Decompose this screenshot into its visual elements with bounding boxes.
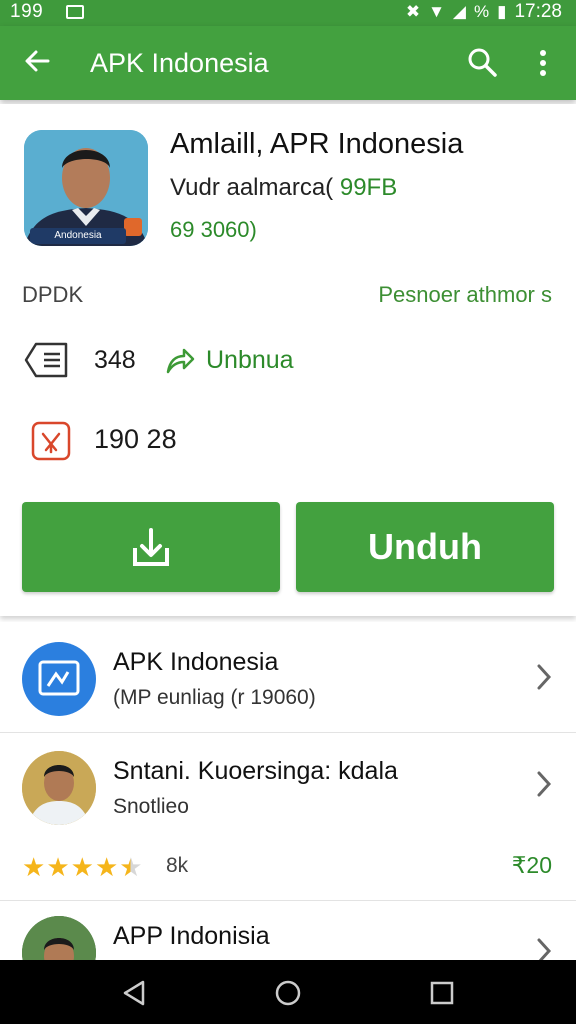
app-avatar bbox=[22, 916, 96, 960]
list-item-subtitle: Snotlieo bbox=[113, 795, 189, 818]
vibrate-icon: ✖ bbox=[405, 2, 421, 21]
star-half-icon: ★ bbox=[119, 852, 142, 882]
battery-icon: ▮ bbox=[497, 2, 507, 21]
star-icon: ★ bbox=[22, 852, 45, 882]
price-label: ₹20 bbox=[511, 852, 552, 878]
app-avatar bbox=[22, 642, 96, 716]
download-icon bbox=[133, 528, 169, 566]
app-subtitle-text: Vudr aalmarca( bbox=[170, 174, 334, 201]
rating-count: 8k bbox=[166, 854, 189, 877]
nav-home-icon[interactable] bbox=[273, 978, 303, 1008]
list-item[interactable]: APK Indonesia (MP eunliag (r 19060) bbox=[0, 622, 576, 730]
secondary-count: 190 28 bbox=[94, 424, 177, 454]
app-version: 69 3060) bbox=[170, 217, 257, 242]
app-detail-card: Andonesia Amlaill, APR Indonesia Vudr aa… bbox=[0, 104, 576, 616]
update-label[interactable]: Unbnua bbox=[206, 346, 294, 375]
system-nav-bar bbox=[0, 960, 576, 1024]
list-item-subtitle: (MP eunliag (r 19060) bbox=[113, 686, 316, 709]
rating-stars: ★ ★ ★ ★ ★ bbox=[22, 852, 143, 883]
stats-row: 348 Unbnua bbox=[24, 340, 544, 380]
developer-link[interactable]: Pesnoer athmor s bbox=[378, 282, 552, 308]
status-bar: 199 ✖ ▼ ◢ % ▮ 17:28 bbox=[0, 0, 576, 26]
star-icon: ★ bbox=[70, 852, 94, 882]
wifi-icon: ▼ bbox=[428, 2, 445, 21]
more-vert-icon[interactable] bbox=[533, 46, 553, 80]
unduh-button[interactable]: Unduh bbox=[296, 502, 554, 592]
list-item-title: Sntani. Kuoersinga: kdala bbox=[113, 757, 398, 785]
app-icon: Andonesia bbox=[24, 130, 148, 246]
status-icons: ✖ ▼ ◢ % ▮ 17:28 bbox=[406, 1, 562, 23]
search-icon[interactable] bbox=[466, 46, 498, 78]
list-item-title: APP Indonisia bbox=[113, 922, 270, 950]
star-icon: ★ bbox=[94, 852, 118, 882]
signal-icon: ◢ bbox=[452, 2, 466, 21]
app-bar-title: APK Indonesia bbox=[90, 48, 269, 78]
share-icon[interactable] bbox=[162, 342, 196, 376]
signal-percent: % bbox=[473, 2, 490, 21]
secondary-stats-row: 190 28 bbox=[24, 420, 544, 461]
back-arrow-icon[interactable] bbox=[22, 46, 52, 84]
app-icon-badge: Andonesia bbox=[30, 228, 126, 244]
status-time: 17:28 bbox=[514, 1, 562, 22]
list-item[interactable]: APP Indonisia bbox=[0, 902, 576, 960]
app-size: 99FB bbox=[339, 174, 398, 201]
related-apps-list: APK Indonesia (MP eunliag (r 19060) Snta… bbox=[0, 622, 576, 960]
apk-file-icon bbox=[30, 420, 72, 467]
stat-count: 348 bbox=[94, 346, 136, 374]
chevron-right-icon[interactable] bbox=[534, 662, 554, 692]
app-bar: APK Indonesia bbox=[0, 26, 576, 100]
nav-back-icon[interactable] bbox=[119, 978, 149, 1008]
app-subtitle: Vudr aalmarca( 99FB bbox=[170, 174, 397, 202]
category-label: DPDK bbox=[22, 282, 84, 307]
nav-recents-icon[interactable] bbox=[427, 978, 457, 1008]
status-left-text: 199 bbox=[10, 1, 44, 22]
notification-icon bbox=[66, 5, 84, 19]
app-name: Amlaill, APR Indonesia bbox=[170, 128, 464, 160]
download-button[interactable] bbox=[22, 502, 280, 592]
star-icon: ★ bbox=[46, 852, 69, 882]
divider bbox=[0, 900, 576, 901]
list-item-title: APK Indonesia bbox=[113, 648, 279, 676]
app-avatar bbox=[22, 751, 96, 825]
chevron-right-icon[interactable] bbox=[534, 936, 554, 960]
list-icon bbox=[24, 340, 72, 385]
chevron-right-icon[interactable] bbox=[534, 769, 554, 799]
